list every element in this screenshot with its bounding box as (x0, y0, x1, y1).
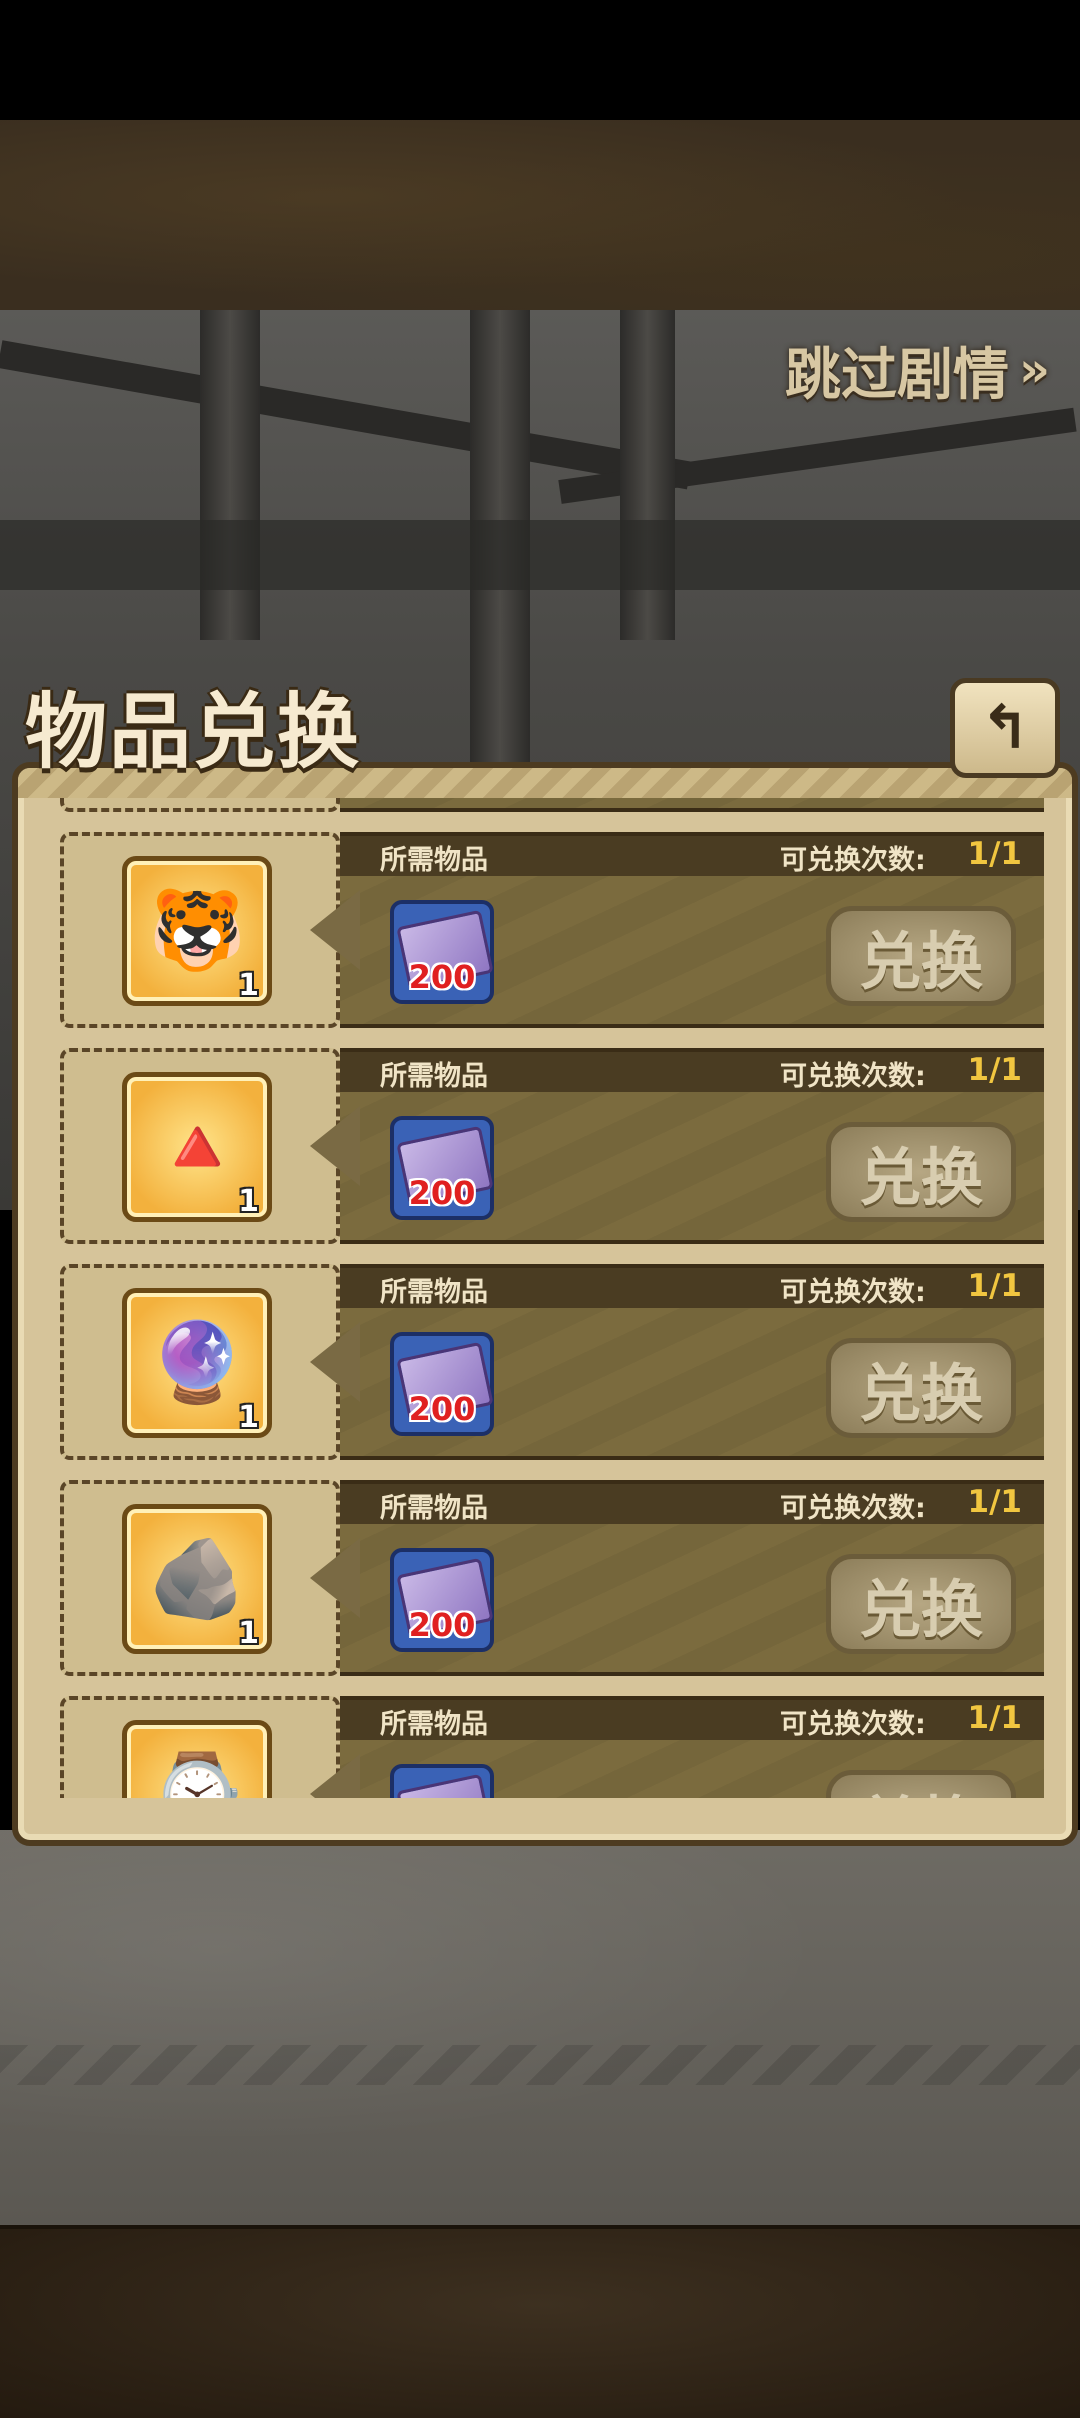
exchange-count-value: 1/1 (967, 1700, 1022, 1736)
required-items-label: 所需物品 (380, 1061, 488, 1092)
reward-area: 🪨 1 (60, 1480, 340, 1676)
exchange-row-partial (60, 798, 1044, 812)
exchange-list[interactable]: 🐯 1 所需物品 可兑换次数: 1/1 200 兑换 🔺 1 所需物品 可兑换次… (44, 798, 1044, 1798)
exchange-count-value: 1/1 (967, 1268, 1022, 1304)
ticket-item-slot[interactable]: 200 (390, 1548, 494, 1652)
exchange-count-value: 1/1 (967, 1052, 1022, 1088)
requirement-header: 所需物品 可兑换次数: 1/1 (340, 1484, 1044, 1524)
requirement-area: 所需物品 可兑换次数: 1/1 200 兑换 (340, 1048, 1044, 1244)
exchange-count-label: 可兑换次数: (780, 1709, 926, 1740)
reward-quantity: 1 (238, 1616, 259, 1651)
ticket-cost: 200 (408, 1390, 476, 1428)
exchange-button[interactable]: 兑换 (826, 1122, 1016, 1222)
exchange-button[interactable]: 兑换 (826, 1338, 1016, 1438)
ticket-item-slot[interactable]: 200 (390, 900, 494, 1004)
floor-beam (0, 520, 1080, 590)
pillar (620, 310, 675, 640)
reward-area: ⌚ 1 (60, 1696, 340, 1798)
lower-decor-zigzag (0, 2045, 1080, 2085)
requirement-header: 所需物品 可兑换次数: 1/1 (340, 1700, 1044, 1740)
arrow-left-icon (310, 1106, 360, 1186)
reward-glyph: 🪨 (148, 1534, 246, 1624)
exchange-count-label: 可兑换次数: (780, 1277, 926, 1308)
requirement-area: 所需物品 可兑换次数: 1/1 200 兑换 (340, 1480, 1044, 1676)
tiger-head-icon[interactable]: 🐯 1 (122, 856, 272, 1006)
requirement-area (340, 798, 1044, 812)
exchange-row: ⌚ 1 所需物品 可兑换次数: 1/1 200 兑换 (60, 1696, 1044, 1798)
pyramid-icon[interactable]: 🔺 1 (122, 1072, 272, 1222)
dark-orb-icon[interactable]: 🔮 1 (122, 1288, 272, 1438)
required-items-label: 所需物品 (380, 1709, 488, 1740)
lower-background (0, 1830, 1080, 2225)
top-decor-band (0, 120, 1080, 314)
exchange-button[interactable]: 兑换 (826, 1770, 1016, 1798)
ticket-icon (396, 1773, 494, 1798)
required-items-label: 所需物品 (380, 1277, 488, 1308)
ticket-item-slot[interactable]: 200 (390, 1764, 494, 1798)
exchange-count-value: 1/1 (967, 1484, 1022, 1520)
reward-area: 🔺 1 (60, 1048, 340, 1244)
requirement-area: 所需物品 可兑换次数: 1/1 200 兑换 (340, 1696, 1044, 1798)
page-title: 物品兑换 (25, 685, 362, 780)
ticket-cost: 200 (408, 1174, 476, 1212)
requirement-area: 所需物品 可兑换次数: 1/1 200 兑换 (340, 832, 1044, 1028)
arrow-left-icon (310, 890, 360, 970)
exchange-row: 🐯 1 所需物品 可兑换次数: 1/1 200 兑换 (60, 832, 1044, 1028)
reward-glyph: 🐯 (148, 886, 246, 976)
pillar (200, 310, 260, 640)
reward-glyph: ⌚ (148, 1750, 246, 1798)
reward-area: 🐯 1 (60, 832, 340, 1028)
requirement-header: 所需物品 可兑换次数: 1/1 (340, 1268, 1044, 1308)
required-items-label: 所需物品 (380, 845, 488, 876)
pocket-watch-icon[interactable]: ⌚ 1 (122, 1720, 272, 1798)
exchange-count-label: 可兑换次数: (780, 845, 926, 876)
exchange-button[interactable]: 兑换 (826, 906, 1016, 1006)
skip-story-button[interactable]: 跳过剧情 » (785, 335, 1050, 408)
reward-quantity: 1 (238, 968, 259, 1003)
arrow-left-icon (310, 1538, 360, 1618)
skip-story-label: 跳过剧情 (784, 342, 1009, 408)
reward-quantity: 1 (238, 1400, 259, 1435)
reward-glyph: 🔺 (148, 1102, 246, 1192)
back-button[interactable]: ↰ (950, 678, 1060, 778)
exchange-row: 🔺 1 所需物品 可兑换次数: 1/1 200 兑换 (60, 1048, 1044, 1244)
requirement-header: 所需物品 可兑换次数: 1/1 (340, 1052, 1044, 1092)
exchange-button[interactable]: 兑换 (826, 1554, 1016, 1654)
ticket-cost: 200 (408, 1606, 476, 1644)
reward-area: 🔮 1 (60, 1264, 340, 1460)
requirement-header: 所需物品 可兑换次数: 1/1 (340, 836, 1044, 876)
ticket-item-slot[interactable]: 200 (390, 1332, 494, 1436)
exchange-count-value: 1/1 (967, 836, 1022, 872)
status-bar-area (0, 0, 1080, 120)
exchange-panel: 🐯 1 所需物品 可兑换次数: 1/1 200 兑换 🔺 1 所需物品 可兑换次… (12, 762, 1078, 1846)
arrow-left-icon (310, 1754, 360, 1798)
arrow-left-icon (310, 1322, 360, 1402)
ticket-item-slot[interactable]: 200 (390, 1116, 494, 1220)
double-chevron-right-icon: » (1018, 342, 1050, 398)
stone-pinecone-icon[interactable]: 🪨 1 (122, 1504, 272, 1654)
reward-quantity: 1 (238, 1184, 259, 1219)
reward-area (60, 798, 340, 812)
railing-beam (0, 340, 692, 490)
bottom-decor-band (0, 2225, 1080, 2418)
exchange-row: 🔮 1 所需物品 可兑换次数: 1/1 200 兑换 (60, 1264, 1044, 1460)
required-items-label: 所需物品 (380, 1493, 488, 1524)
reward-glyph: 🔮 (148, 1318, 246, 1408)
exchange-row: 🪨 1 所需物品 可兑换次数: 1/1 200 兑换 (60, 1480, 1044, 1676)
exchange-count-label: 可兑换次数: (780, 1061, 926, 1092)
exchange-count-label: 可兑换次数: (780, 1493, 926, 1524)
ticket-cost: 200 (408, 958, 476, 996)
requirement-area: 所需物品 可兑换次数: 1/1 200 兑换 (340, 1264, 1044, 1460)
return-arrow-icon: ↰ (979, 693, 1031, 763)
